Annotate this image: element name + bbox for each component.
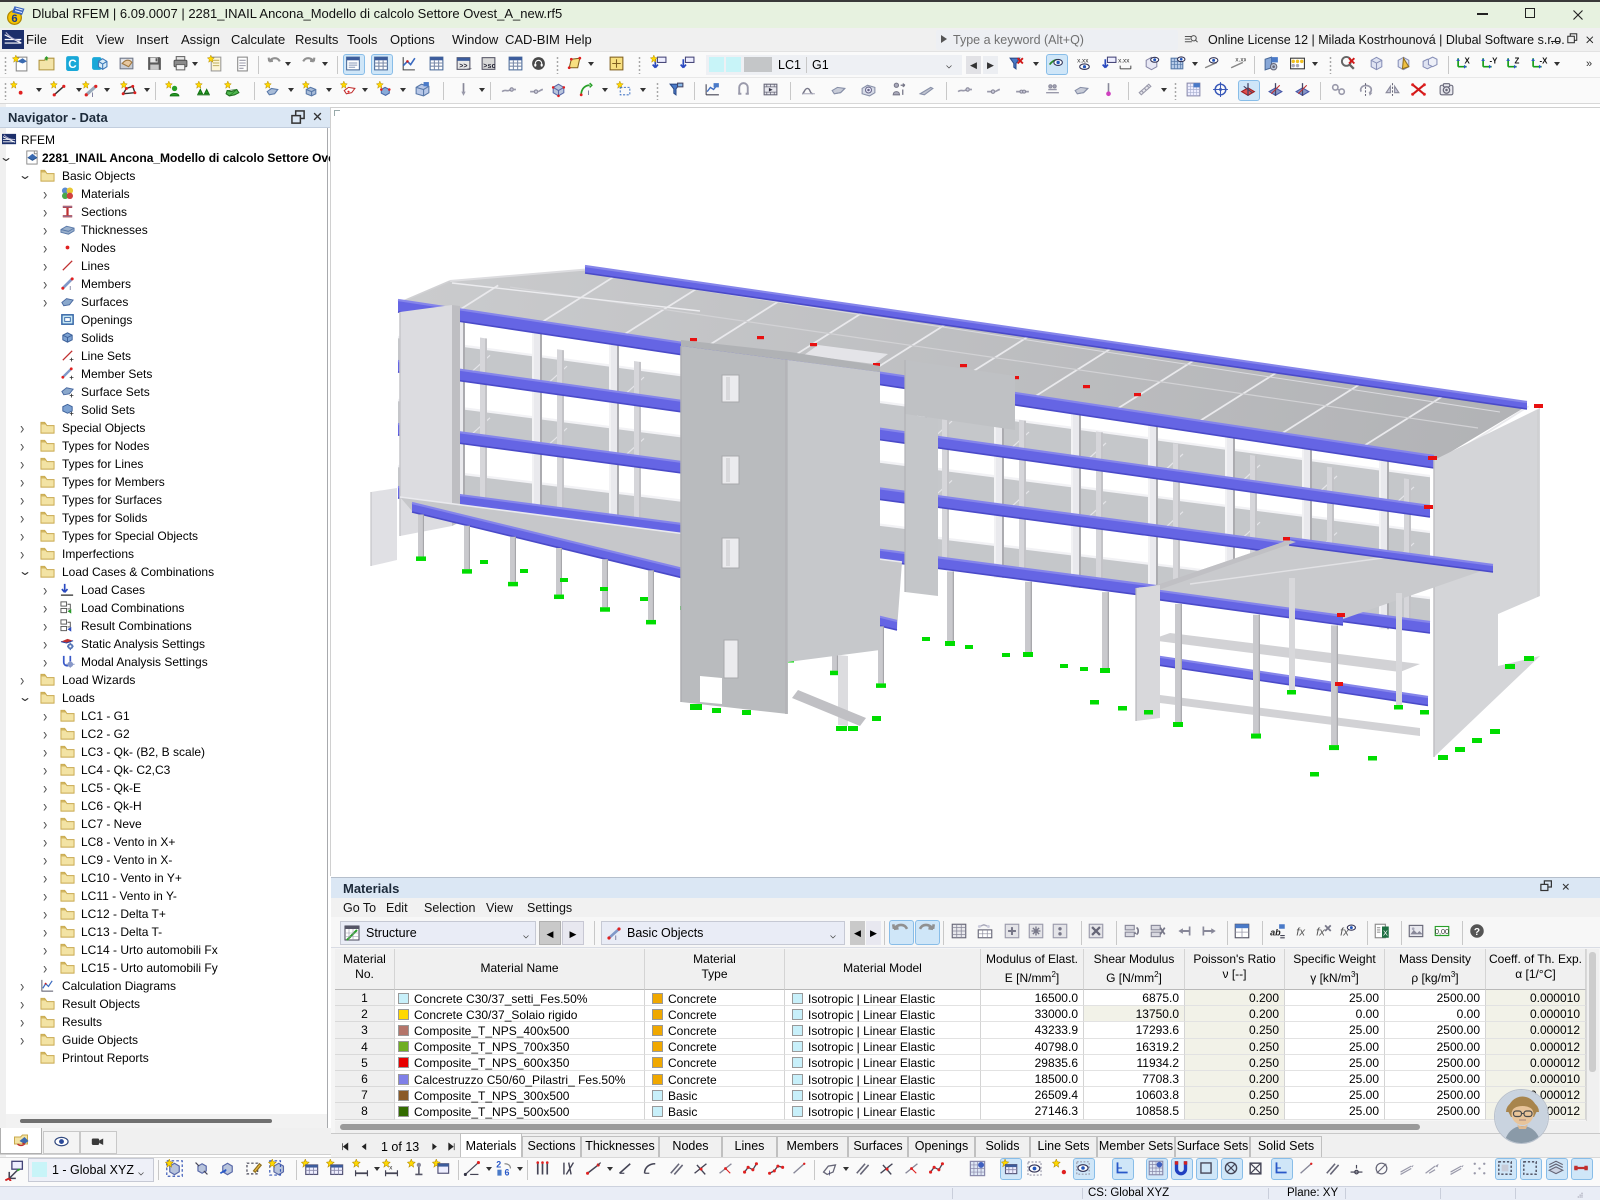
svg-text:fx: fx [1296,927,1305,939]
svg-text:2: 2 [496,1159,501,1169]
svg-text:x.xx: x.xx [1118,57,1130,64]
svg-text:Z: Z [1515,57,1520,66]
svg-text:x: x [389,1165,393,1172]
svg-text:X: X [1383,929,1388,938]
svg-text:+: + [69,373,74,381]
svg-text:-X: -X [1540,57,1549,66]
svg-text:I: I [92,92,94,98]
svg-text:-Y: -Y [1490,57,1499,66]
svg-text:6: 6 [505,1168,510,1178]
svg-text:x.xx: x.xx [1077,57,1089,64]
svg-text:I: I [615,936,617,941]
svg-text:6: 6 [11,13,17,25]
svg-text:I: I [828,1170,830,1178]
svg-text:?: ? [1474,927,1480,938]
svg-text:I: I [588,90,590,97]
svg-text:ab: ab [1270,928,1281,938]
svg-text:C: C [68,58,77,71]
svg-text:x.xx: x.xx [1235,56,1246,63]
svg-text:fx: fx [1316,927,1325,939]
svg-text:+: + [69,355,74,363]
svg-text:X: X [1465,57,1471,66]
svg-text:+: + [69,391,74,399]
svg-text:>sc: >sc [483,63,495,71]
svg-text:I: I [69,286,71,291]
svg-text:0,00: 0,00 [1435,927,1449,936]
svg-text:>>_: >>_ [459,63,472,71]
svg-text:+: + [69,409,74,417]
